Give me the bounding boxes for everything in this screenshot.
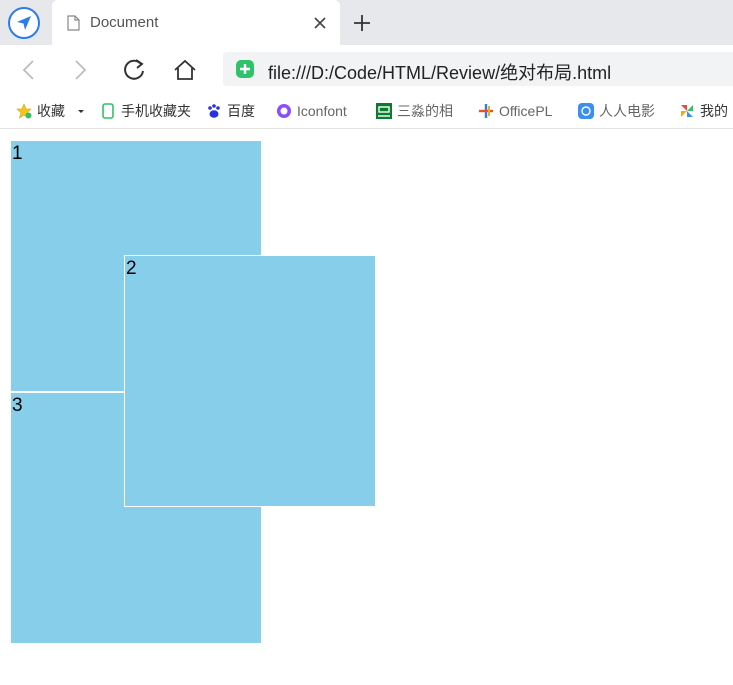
phone-icon <box>102 103 114 119</box>
back-arrow-icon[interactable] <box>15 56 43 84</box>
url-text[interactable]: file:///D:/Code/HTML/Review/绝对布局.html <box>268 59 611 85</box>
reload-icon[interactable] <box>120 56 148 84</box>
baidu-paw-icon <box>208 104 220 118</box>
page-content: 1 2 3 <box>0 130 733 685</box>
tab-strip: Document <box>0 0 733 45</box>
bookmark-label: 三淼的相 <box>397 103 453 119</box>
bookmark-label: Iconfont <box>297 103 347 119</box>
bookmark-label: 我的 <box>700 103 728 119</box>
bookmark-label: 人人电影 <box>599 103 655 119</box>
bookmark-label: 手机收藏夹 <box>121 103 191 119</box>
bookmark-douban[interactable]: 三淼的相 <box>376 101 453 121</box>
bookmark-iconfont[interactable]: Iconfont <box>276 101 347 121</box>
iconfont-icon <box>277 104 291 118</box>
pinwheel-icon <box>681 105 693 117</box>
browser-logo-icon[interactable] <box>8 7 40 39</box>
bookmark-rrmovie[interactable]: 人人电影 <box>578 101 655 121</box>
tab-title: Document <box>90 14 159 31</box>
bookmark-officeplus[interactable]: OfficePL <box>478 101 552 121</box>
dropdown-arrow-icon[interactable] <box>75 105 87 117</box>
bookmark-favorites[interactable]: 收藏 <box>16 101 87 121</box>
document-icon <box>67 15 80 31</box>
box-2: 2 <box>124 255 376 507</box>
rr-icon <box>578 103 594 119</box>
officeplus-icon <box>479 104 493 118</box>
bookmarks-bar: 收藏 手机收藏夹 百度 Iconfont 三淼的相 OfficePL 人人电影 … <box>0 93 733 129</box>
tab-document[interactable]: Document <box>52 0 340 45</box>
bookmark-baidu[interactable]: 百度 <box>206 101 255 121</box>
bookmark-mine[interactable]: 我的 <box>679 101 728 121</box>
douban-icon <box>376 103 392 119</box>
close-icon[interactable] <box>310 13 330 33</box>
address-bar[interactable]: file:///D:/Code/HTML/Review/绝对布局.html <box>223 52 733 86</box>
star-icon <box>16 103 32 119</box>
bookmark-label: 收藏 <box>37 103 65 119</box>
new-tab-plus-icon[interactable] <box>351 12 373 34</box>
shield-plus-icon <box>236 60 254 78</box>
bookmark-label: OfficePL <box>499 103 553 119</box>
bookmark-mobile[interactable]: 手机收藏夹 <box>100 101 191 121</box>
toolbar: file:///D:/Code/HTML/Review/绝对布局.html <box>0 45 733 93</box>
forward-arrow-icon[interactable] <box>66 56 94 84</box>
bookmark-label: 百度 <box>227 103 255 119</box>
home-icon[interactable] <box>171 56 199 84</box>
